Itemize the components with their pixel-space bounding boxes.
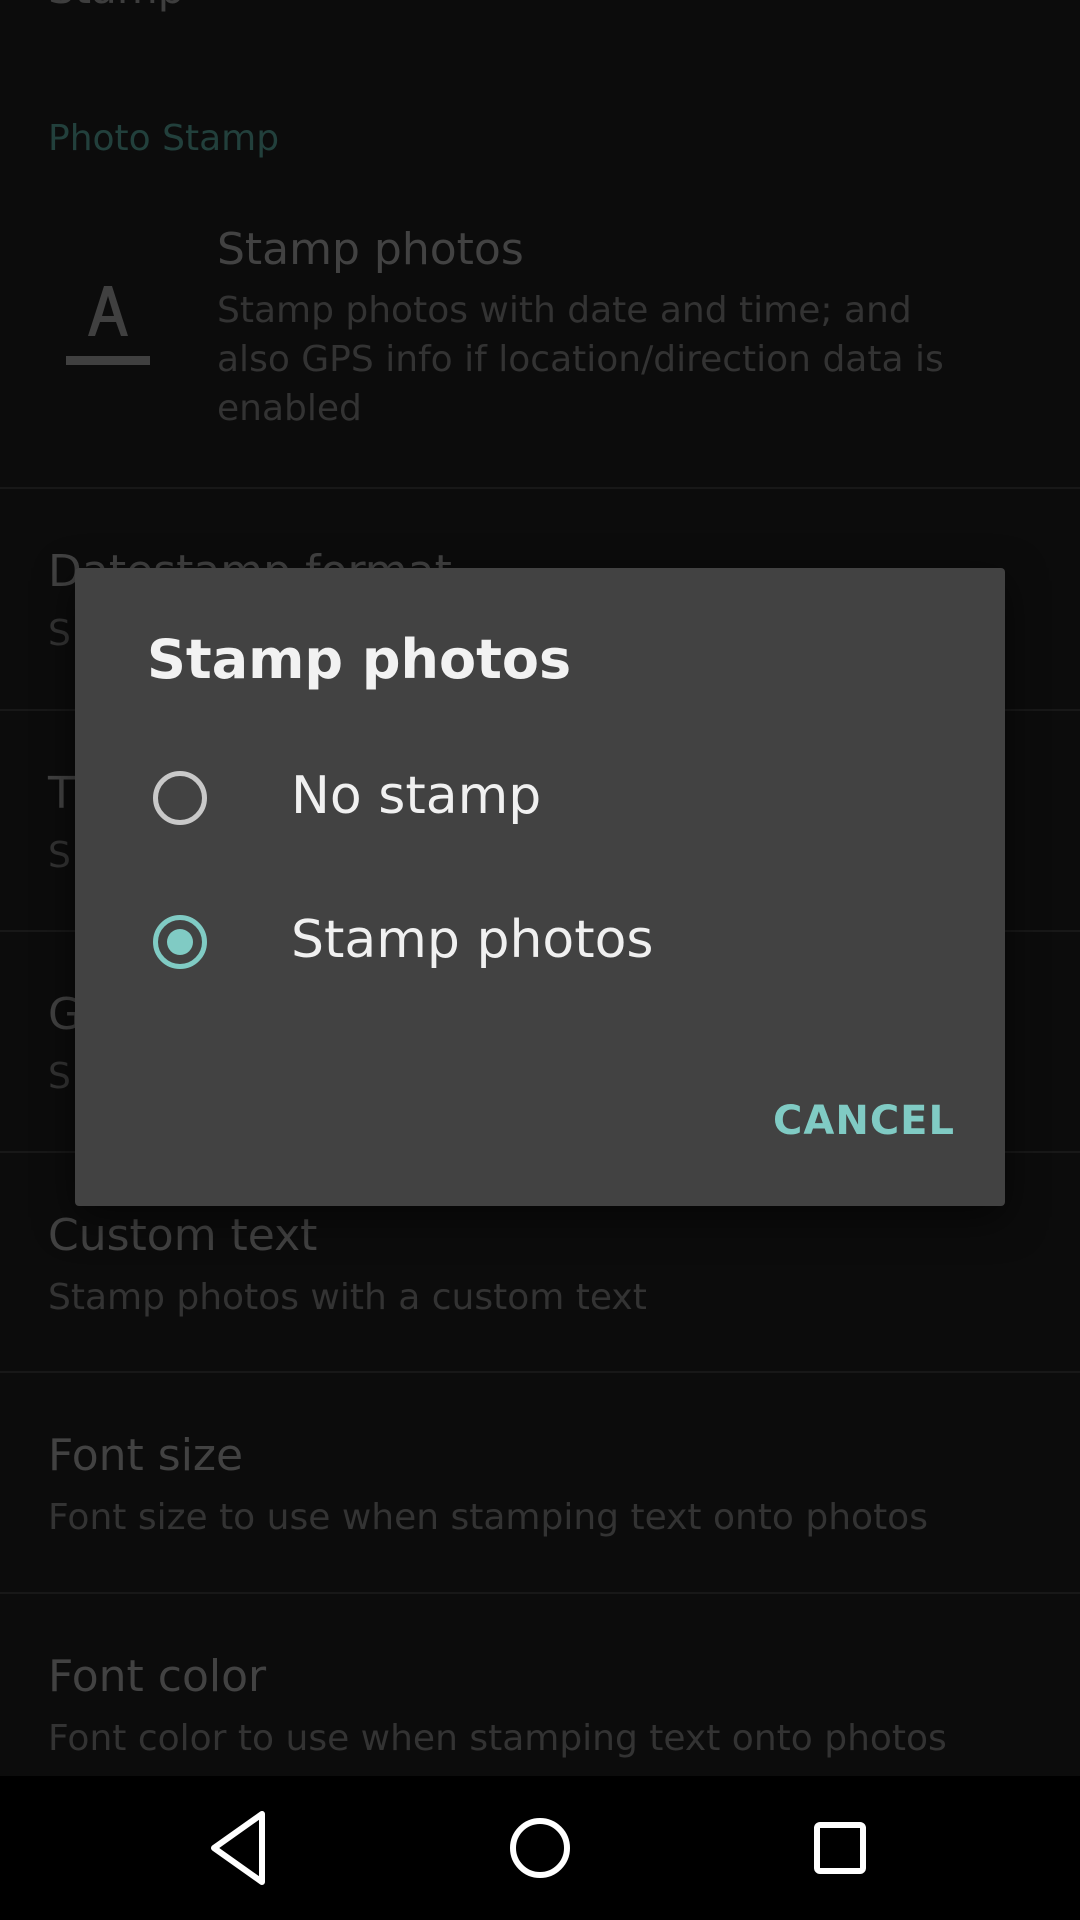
cancel-button[interactable]: CANCEL [773, 1098, 955, 1144]
option-placeholder [75, 1295, 1005, 1439]
option-no-stamp-row[interactable]: No stamp [75, 726, 1005, 870]
radio-dot [167, 929, 193, 955]
recents-icon[interactable] [792, 1800, 888, 1896]
radio-selected[interactable] [153, 915, 207, 969]
option-stamp-photos-row[interactable]: Stamp photos [75, 870, 1005, 1014]
back-icon[interactable] [192, 1800, 288, 1896]
radio-unselected[interactable] [153, 771, 207, 825]
option-label: Stamp photos [291, 910, 654, 970]
option-label: No stamp [291, 766, 542, 826]
navigation-bar [0, 1776, 1080, 1920]
dialog-options: No stamp Stamp photos CANCEL [75, 568, 1005, 1206]
home-icon[interactable] [492, 1800, 588, 1896]
